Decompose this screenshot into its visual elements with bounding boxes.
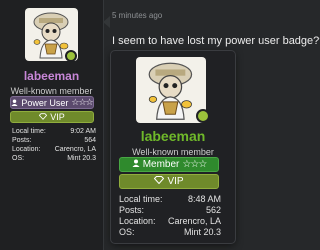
stat-value: 8:48 AM	[187, 194, 221, 204]
person-icon	[11, 98, 18, 108]
banner-label: VIP	[50, 112, 65, 122]
vip-icon	[154, 176, 165, 187]
stat-local-time: Local time: 9:02 AM	[12, 127, 96, 136]
user-stats: Local time: 9:02 AM Posts: 564 Location: Ca…	[12, 127, 96, 163]
stat-location: Location: Carencro, LA	[119, 216, 221, 227]
post-message: I seem to have lost my power user badge?…	[112, 35, 320, 47]
stat-value: Carencro, LA	[167, 216, 221, 226]
stat-local-time: Local time: 8:48 AM	[119, 194, 221, 205]
username: labeeman	[140, 128, 206, 144]
stat-label: Posts:	[119, 205, 145, 215]
post-timestamp[interactable]: 5 minutes ago	[112, 11, 162, 20]
user-banner-power-user: Power User ☆☆☆	[10, 96, 94, 109]
message-arrow	[103, 16, 110, 28]
stat-label: OS:	[119, 227, 135, 237]
stat-posts: Posts: 562	[119, 205, 221, 216]
online-status-icon	[65, 50, 77, 62]
stat-os: OS: Mint 20.3	[119, 227, 221, 238]
user-title: Well-known member	[10, 86, 93, 96]
online-status-icon	[196, 109, 210, 123]
stat-posts: Posts: 564	[12, 136, 96, 145]
user-banner-vip: VIP	[10, 111, 94, 123]
stat-value[interactable]: 564	[84, 136, 96, 145]
stat-os: OS: Mint 20.3	[12, 154, 96, 163]
attached-image[interactable]: labeeman Well-known member Member ☆☆☆ VI…	[111, 51, 235, 243]
stat-value: Carencro, LA	[54, 146, 96, 153]
stat-label: Location:	[119, 216, 156, 226]
post-user-sidebar: labeeman Well-known member Power User ☆☆…	[0, 0, 104, 250]
banner-label: VIP	[167, 176, 184, 187]
stars-icon: ☆☆☆	[182, 159, 207, 170]
stat-label: Location:	[12, 146, 41, 153]
person-icon	[132, 159, 140, 170]
stat-label: Local time:	[119, 194, 163, 204]
stat-value: Mint 20.3	[67, 155, 96, 162]
banner-label: Member	[142, 159, 180, 170]
stat-value: Mint 20.3	[183, 227, 221, 237]
user-banner-vip: VIP	[119, 174, 219, 189]
stars-icon: ☆☆☆	[71, 97, 93, 107]
vip-icon	[39, 112, 48, 122]
stat-location: Location: Carencro, LA	[12, 145, 96, 154]
user-title: Well-known member	[132, 147, 214, 157]
stat-label: Local time:	[12, 128, 46, 135]
stat-label: Posts:	[12, 137, 32, 144]
user-banner-member: Member ☆☆☆	[119, 157, 219, 172]
user-stats: Local time: 8:48 AM Posts: 562 Location: Ca…	[119, 194, 221, 238]
stat-value: 562	[205, 205, 221, 215]
stat-label: OS:	[12, 155, 25, 162]
username[interactable]: labeeman	[0, 69, 103, 83]
banner-label: Power User	[21, 97, 69, 108]
stat-value: 9:02 AM	[70, 128, 96, 135]
